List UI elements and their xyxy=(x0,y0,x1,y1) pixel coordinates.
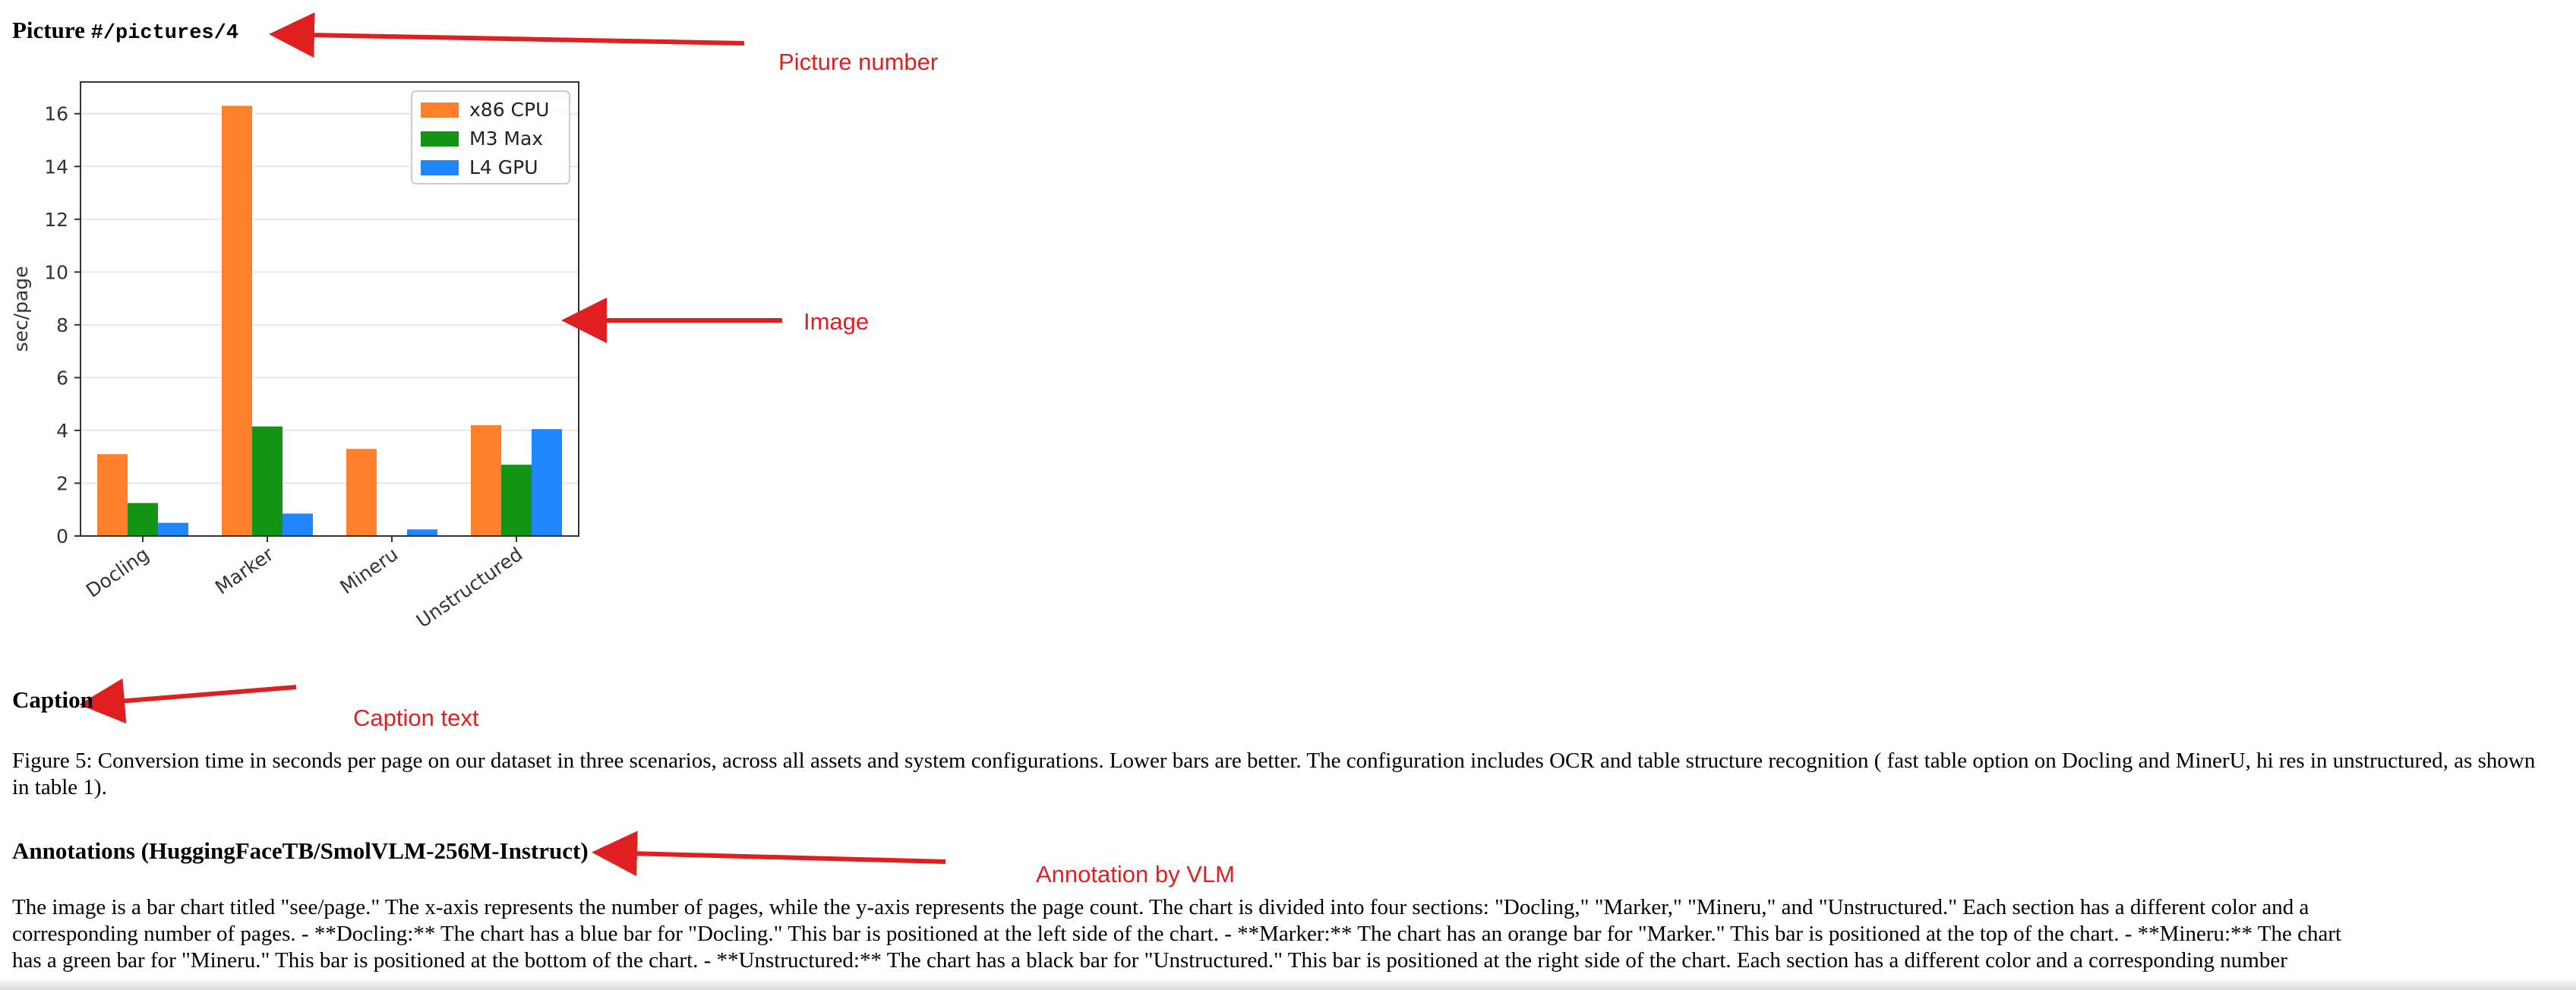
callout-image: Image xyxy=(803,308,870,335)
bottom-shadow xyxy=(0,976,2576,990)
bar xyxy=(128,503,158,536)
picture-ref: #/pictures/4 xyxy=(90,22,239,45)
y-tick-label: 4 xyxy=(56,420,68,442)
bar xyxy=(222,106,252,536)
y-tick-label: 2 xyxy=(56,472,68,494)
x-tick-label: Marker xyxy=(211,543,278,599)
callout-picture-number: Picture number xyxy=(778,49,939,75)
bar xyxy=(97,454,128,536)
picture-heading-prefix: Picture xyxy=(12,17,85,43)
y-tick-label: 12 xyxy=(44,209,68,231)
legend-label: M3 Max xyxy=(469,128,543,150)
bar xyxy=(471,424,501,536)
y-tick-label: 0 xyxy=(56,525,68,547)
caption-heading: Caption xyxy=(12,686,93,713)
annotation-arrow xyxy=(592,831,946,877)
bar xyxy=(283,513,313,536)
bar xyxy=(407,529,437,536)
annotation-line: corresponding number of pages. - **Docli… xyxy=(12,922,2342,946)
y-axis-ticks: 0 2 4 6 8 10 12 14 16 xyxy=(44,103,80,547)
callout-annotation: Annotation by VLM xyxy=(1036,861,1235,888)
y-axis-label: sec/page xyxy=(10,266,32,352)
caption-arrow xyxy=(79,678,297,724)
y-tick-label: 10 xyxy=(44,261,68,283)
picture-heading: Picture #/pictures/4 xyxy=(12,17,238,47)
annotation-line: The image is a bar chart titled "see/pag… xyxy=(12,895,2309,919)
legend-swatch xyxy=(421,102,459,118)
x-tick-label: Docling xyxy=(82,543,153,602)
legend-label: L4 GPU xyxy=(469,156,538,178)
bar xyxy=(252,426,283,536)
x-tick-label: Unstructured xyxy=(412,543,527,632)
y-tick-label: 16 xyxy=(44,103,68,125)
annotations-heading: Annotations (HuggingFaceTB/SmolVLM-256M-… xyxy=(12,837,589,864)
bar xyxy=(158,522,188,536)
bar xyxy=(532,429,562,536)
y-tick-label: 6 xyxy=(56,367,68,389)
picture-number-arrow xyxy=(269,12,745,58)
legend-label: x86 CPU xyxy=(469,99,549,121)
bar-chart: 0 2 4 6 8 10 12 14 16 Docling Marker Mineru Unstruc… xyxy=(10,81,579,632)
x-tick-label: Mineru xyxy=(336,543,402,598)
legend-swatch xyxy=(421,131,459,147)
bar xyxy=(501,465,532,536)
legend-swatch xyxy=(421,160,459,175)
annotation-line: has a green bar for "Mineru." This bar i… xyxy=(12,948,2287,973)
bar xyxy=(346,449,377,536)
y-tick-label: 8 xyxy=(56,314,68,336)
caption-text: Figure 5: Conversion time in seconds per… xyxy=(12,749,2536,799)
x-axis-ticks: Docling Marker Mineru Unstructured xyxy=(82,536,527,632)
callout-caption-text: Caption text xyxy=(353,705,479,731)
y-tick-label: 14 xyxy=(44,156,68,178)
chart-legend: x86 CPU M3 Max L4 GPU xyxy=(411,90,570,184)
